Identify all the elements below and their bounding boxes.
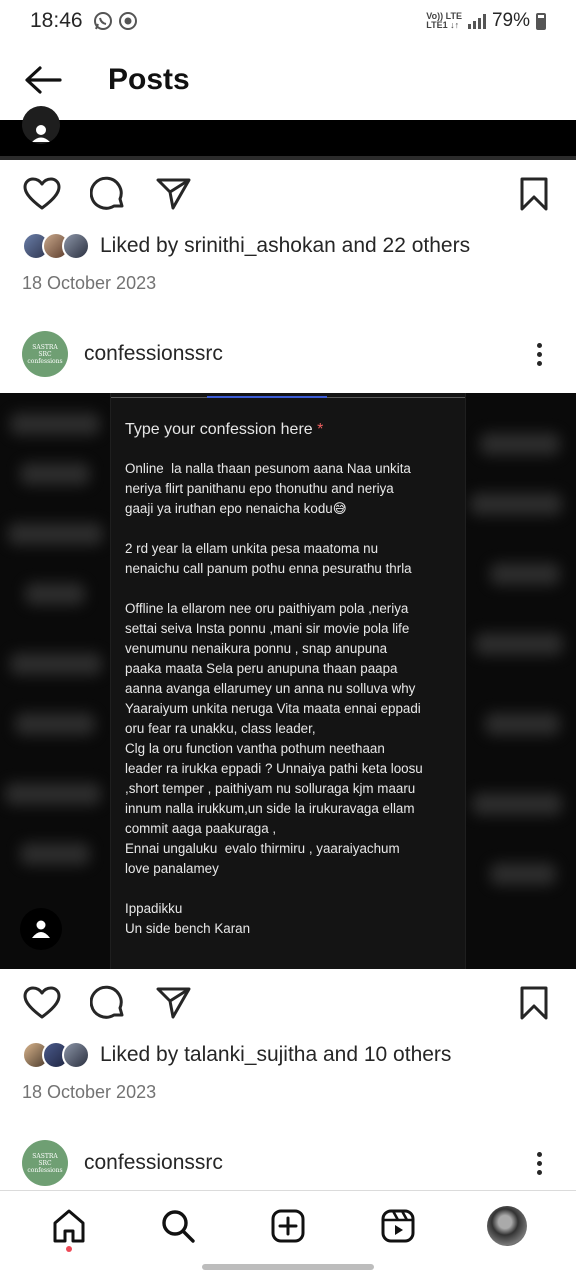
arrow-left-icon [25, 66, 62, 94]
gesture-bar [202, 1264, 374, 1270]
status-notification-icons [93, 11, 138, 31]
battery-icon [536, 12, 546, 30]
post-header: SASTRA SRC confessions confessionssrc [0, 324, 576, 384]
post-date: 18 October 2023 [22, 273, 157, 293]
search-icon [162, 1209, 196, 1243]
liker-avatars [22, 1041, 90, 1069]
post-media[interactable]: Type your confession here * Online la na… [0, 393, 576, 969]
share-button[interactable] [154, 174, 194, 214]
record-icon [118, 12, 137, 30]
battery-percentage: 79% [491, 10, 530, 31]
like-button[interactable] [22, 983, 62, 1023]
notification-dot [65, 1245, 72, 1252]
home-icon [53, 1209, 85, 1242]
back-button[interactable] [0, 48, 86, 112]
reels-icon [381, 1209, 415, 1242]
comment-icon [90, 985, 124, 1019]
more-options-button[interactable] [524, 1143, 554, 1183]
liker-username[interactable]: talanki_sujitha [184, 1043, 317, 1066]
whatsapp-icon [93, 12, 112, 30]
share-button[interactable] [154, 983, 194, 1023]
post-media-previous[interactable] [0, 106, 576, 160]
status-time: 18:46 [30, 9, 83, 32]
comment-button[interactable] [88, 174, 128, 214]
liker-avatar [62, 232, 90, 260]
send-icon [156, 178, 191, 210]
likes-summary[interactable]: Liked by srinithi_ashokan and 22 others [22, 232, 470, 260]
person-icon [32, 920, 50, 938]
create-post-icon [271, 1209, 305, 1242]
page-header: Posts [0, 48, 576, 112]
post-username[interactable]: confessionssrc [84, 1151, 223, 1175]
comment-button[interactable] [88, 983, 128, 1023]
send-icon [156, 987, 191, 1019]
post-header: SASTRA SRC confessions confessionssrc [0, 1133, 576, 1193]
comment-icon [90, 176, 124, 210]
bottom-navigation [0, 1190, 576, 1260]
heart-icon [23, 986, 61, 1019]
more-options-button[interactable] [524, 334, 554, 374]
nav-search[interactable] [148, 1196, 208, 1256]
post-username[interactable]: confessionssrc [84, 342, 223, 366]
nav-home[interactable] [39, 1196, 99, 1256]
heart-icon [23, 177, 61, 210]
profile-picture[interactable]: SASTRA SRC confessions [22, 1140, 68, 1186]
post-actions [0, 975, 576, 1031]
liker-avatar [62, 1041, 90, 1069]
user-tag-icon[interactable] [22, 106, 60, 144]
nav-create[interactable] [258, 1196, 318, 1256]
save-button[interactable] [514, 174, 554, 214]
status-right: Vo)) LTE LTE1 ↓↑ 79% [426, 10, 546, 32]
signal-icon [467, 13, 486, 29]
bookmark-icon [520, 986, 548, 1020]
confession-screenshot: Type your confession here * Online la na… [110, 393, 466, 969]
bookmark-icon [520, 177, 548, 211]
profile-picture[interactable]: SASTRA SRC confessions [22, 331, 68, 377]
likes-summary[interactable]: Liked by talanki_sujitha and 10 others [22, 1041, 451, 1069]
nav-profile[interactable] [477, 1196, 537, 1256]
liker-username[interactable]: srinithi_ashokan [184, 234, 336, 257]
profile-avatar [487, 1205, 528, 1246]
post-date: 18 October 2023 [22, 1082, 157, 1102]
network-indicator: Vo)) LTE LTE1 ↓↑ [426, 11, 462, 30]
status-bar: 18:46 Vo)) LTE LTE1 ↓↑ 79% [0, 0, 576, 42]
like-button[interactable] [22, 174, 62, 214]
liker-avatars [22, 232, 90, 260]
nav-reels[interactable] [368, 1196, 428, 1256]
post-actions [0, 166, 576, 222]
save-button[interactable] [514, 983, 554, 1023]
user-tag-button[interactable] [20, 908, 62, 950]
confession-text: Online la nalla thaan pesunom aana Naa u… [125, 461, 423, 936]
confession-form-label: Type your confession here * [125, 421, 324, 438]
page-title: Posts [108, 63, 190, 96]
